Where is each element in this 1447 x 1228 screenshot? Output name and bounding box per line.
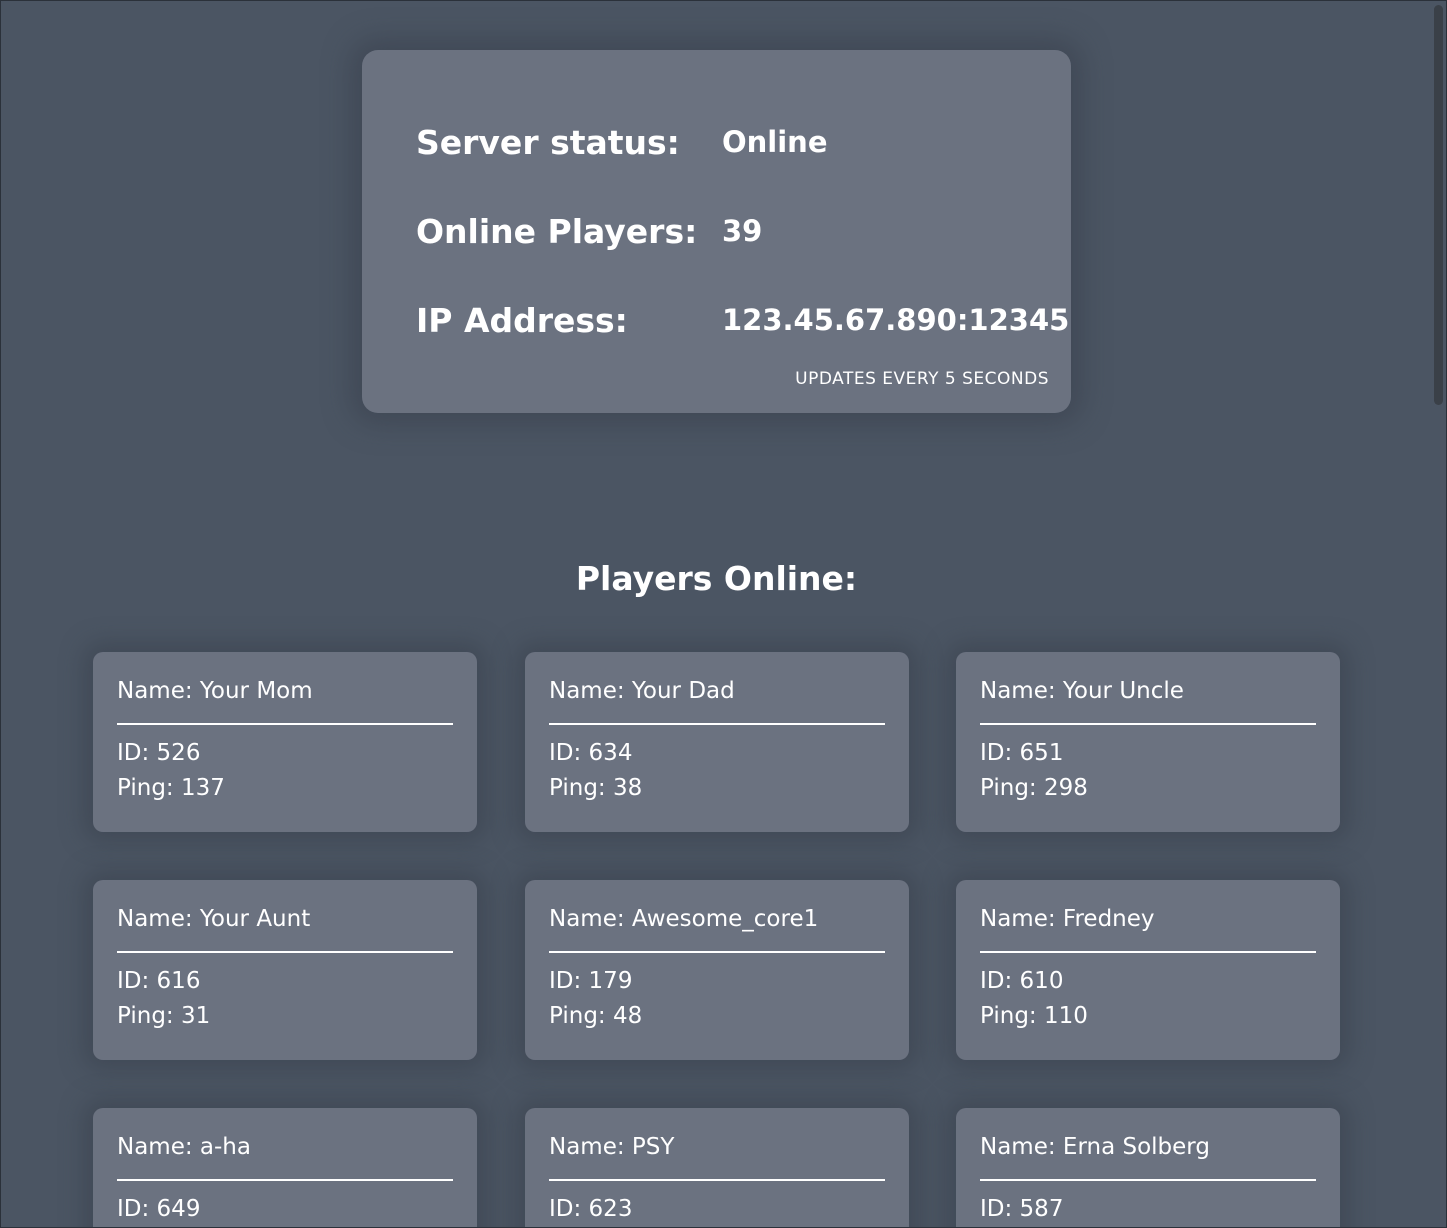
player-card: Name: a-ha ID: 649	[93, 1108, 477, 1227]
player-divider	[980, 723, 1316, 725]
player-name: Name: a-ha	[117, 1134, 251, 1160]
player-name: Name: Erna Solberg	[980, 1134, 1210, 1160]
players-online-heading: Players Online:	[575, 559, 858, 598]
player-name: Name: Your Mom	[117, 678, 313, 704]
player-ping: Ping: 298	[980, 775, 1088, 801]
player-id: ID: 179	[549, 968, 633, 994]
online-players-label: Online Players:	[416, 211, 698, 251]
player-ping: Ping: 38	[549, 775, 643, 801]
player-divider	[117, 1179, 453, 1181]
player-divider	[980, 951, 1316, 953]
player-ping: Ping: 31	[117, 1003, 211, 1029]
player-card: Name: Erna Solberg ID: 587	[956, 1108, 1340, 1227]
player-ping: Ping: 110	[980, 1003, 1088, 1029]
vertical-scrollbar[interactable]	[1430, 1, 1446, 1227]
ip-address-row: IP Address: 123.45.67.890:12345	[416, 300, 1069, 340]
player-name: Name: Fredney	[980, 906, 1155, 932]
server-status-label: Server status:	[416, 122, 680, 162]
player-divider	[117, 723, 453, 725]
player-divider	[117, 951, 453, 953]
page: Server status: Online Online Players: 39…	[0, 0, 1447, 1228]
player-divider	[549, 1179, 885, 1181]
player-name: Name: Your Uncle	[980, 678, 1184, 704]
online-players-row: Online Players: 39	[416, 211, 762, 251]
player-id: ID: 634	[549, 740, 633, 766]
player-ping: Ping: 48	[549, 1003, 643, 1029]
player-name: Name: Awesome_core1	[549, 906, 819, 932]
player-id: ID: 526	[117, 740, 201, 766]
player-name: Name: Your Aunt	[117, 906, 311, 932]
server-status-card: Server status: Online Online Players: 39…	[362, 50, 1071, 413]
player-id: ID: 610	[980, 968, 1064, 994]
player-divider	[980, 1179, 1316, 1181]
player-card: Name: Your Aunt ID: 616 Ping: 31	[93, 880, 477, 1060]
player-name: Name: Your Dad	[549, 678, 735, 704]
player-card: Name: Your Mom ID: 526 Ping: 137	[93, 652, 477, 832]
player-ping: Ping: 137	[117, 775, 225, 801]
player-card: Name: PSY ID: 623	[525, 1108, 909, 1227]
player-id: ID: 587	[980, 1196, 1064, 1222]
player-divider	[549, 951, 885, 953]
player-card: Name: Your Uncle ID: 651 Ping: 298	[956, 652, 1340, 832]
player-card: Name: Awesome_core1 ID: 179 Ping: 48	[525, 880, 909, 1060]
ip-address-value: 123.45.67.890:12345	[722, 303, 1070, 337]
player-id: ID: 651	[980, 740, 1064, 766]
updates-note: UPDATES EVERY 5 SECONDS	[795, 369, 1049, 389]
player-id: ID: 649	[117, 1196, 201, 1222]
player-card: Name: Your Dad ID: 634 Ping: 38	[525, 652, 909, 832]
ip-address-label: IP Address:	[416, 300, 628, 340]
player-id: ID: 623	[549, 1196, 633, 1222]
player-card: Name: Fredney ID: 610 Ping: 110	[956, 880, 1340, 1060]
player-name: Name: PSY	[549, 1134, 675, 1160]
player-divider	[549, 723, 885, 725]
online-players-value: 39	[722, 214, 763, 248]
player-id: ID: 616	[117, 968, 201, 994]
server-status-value: Online	[722, 125, 828, 159]
scrollbar-thumb[interactable]	[1434, 5, 1443, 405]
server-status-row: Server status: Online	[416, 122, 828, 162]
